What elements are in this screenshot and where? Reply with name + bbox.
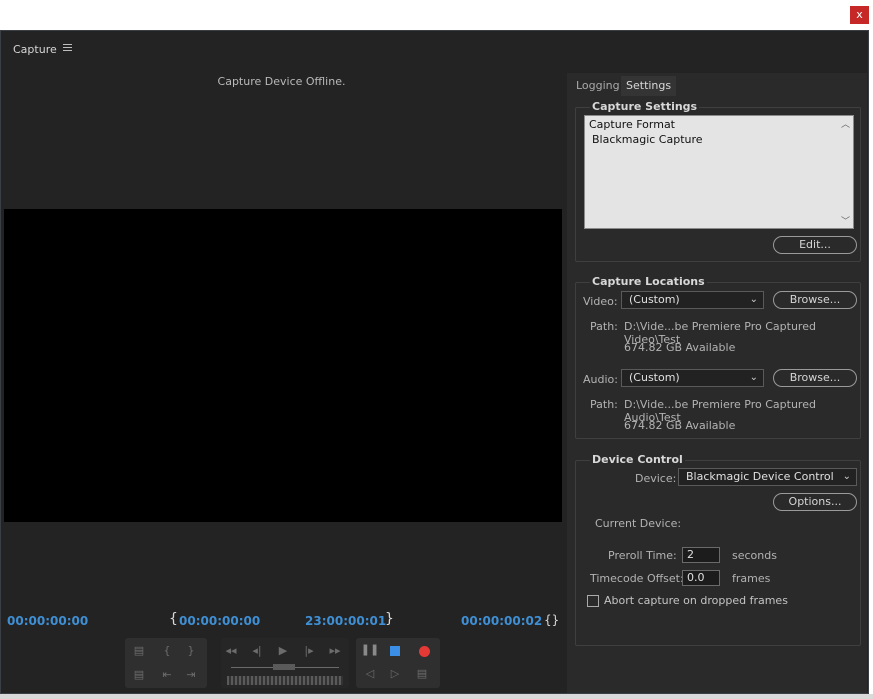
audio-label: Audio: <box>583 373 618 386</box>
options-button[interactable]: Options... <box>773 493 857 511</box>
device-control-title: Device Control <box>590 453 685 466</box>
close-button[interactable]: x <box>850 6 869 24</box>
tab-settings[interactable]: Settings <box>621 76 677 96</box>
audio-location-select[interactable]: (Custom) ⌄ <box>621 369 764 387</box>
prev-scene-icon[interactable]: ◁ <box>360 667 380 680</box>
shuttle-handle[interactable] <box>273 664 295 670</box>
set-out-icon[interactable]: } <box>181 644 201 657</box>
timecode-offset-label: Timecode Offset: <box>590 572 684 585</box>
capture-settings-group: Capture Settings Capture Format Blackmag… <box>575 100 861 262</box>
abort-checkbox[interactable] <box>587 595 599 607</box>
rewind-icon[interactable]: ◂◂ <box>221 644 241 657</box>
video-location-value: (Custom) <box>629 293 680 306</box>
in-point-icon: { <box>169 611 178 627</box>
capture-settings-title: Capture Settings <box>590 100 700 113</box>
capture-format-value: Blackmagic Capture <box>592 133 703 146</box>
chevron-down-icon: ⌄ <box>749 372 758 383</box>
scene-detect-icon[interactable]: ▤ <box>412 667 432 680</box>
audio-location-value: (Custom) <box>629 371 680 384</box>
edit-button[interactable]: Edit... <box>773 236 857 254</box>
go-to-in-icon[interactable]: ⇤ <box>157 668 177 681</box>
video-location-select[interactable]: (Custom) ⌄ <box>621 291 764 309</box>
audio-available: 674.82 GB Available <box>624 419 736 432</box>
device-select[interactable]: Blackmagic Device Control ⌄ <box>678 468 857 486</box>
current-device-label: Current Device: <box>595 517 682 530</box>
capture-locations-group: Capture Locations Video: (Custom) ⌄ Brow… <box>575 275 861 439</box>
device-label: Device: <box>635 472 677 485</box>
capture-controls: ❚❚ ◁ ▷ ▤ <box>356 638 440 688</box>
timecode-offset-input[interactable]: 0.0 <box>682 570 720 586</box>
device-status: Capture Device Offline. <box>217 75 346 88</box>
preroll-input[interactable]: 2 <box>682 547 720 563</box>
video-preview <box>4 209 562 522</box>
video-available: 674.82 GB Available <box>624 341 736 354</box>
settings-pane: Logging Settings Capture Settings Captur… <box>567 73 867 693</box>
pause-icon[interactable]: ❚❚ <box>360 643 380 656</box>
audio-browse-button[interactable]: Browse... <box>773 369 857 387</box>
jog-control[interactable] <box>227 676 343 685</box>
video-label: Video: <box>583 295 618 308</box>
preroll-label: Preroll Time: <box>608 549 677 562</box>
panel-title: Capture <box>13 43 57 56</box>
video-path-label: Path: <box>590 320 618 333</box>
scroll-up-icon[interactable]: ︿ <box>841 117 850 130</box>
duration-timecode[interactable]: 00:00:00:02 <box>461 614 542 628</box>
capture-locations-title: Capture Locations <box>590 275 707 288</box>
in-out-icon[interactable]: {} <box>544 613 559 627</box>
timecode-offset-unit: frames <box>732 572 771 585</box>
capture-window: Capture Capture Device Offline. 00:00:00… <box>0 30 869 694</box>
hamburger-icon[interactable] <box>63 44 72 52</box>
chevron-down-icon: ⌄ <box>749 294 758 305</box>
step-back-icon[interactable]: ◂| <box>247 644 267 657</box>
device-control-group: Device Control Device: Blackmagic Device… <box>575 453 861 646</box>
playback-controls: ◂◂ ◂| ▶ |▸ ▸▸ <box>221 638 349 688</box>
preroll-unit: seconds <box>732 549 777 562</box>
go-to-out-icon[interactable]: ⇥ <box>181 668 201 681</box>
stop-icon[interactable] <box>390 646 400 656</box>
set-in-clip-icon[interactable]: ▤ <box>129 644 149 657</box>
next-scene-icon[interactable]: ▷ <box>385 667 405 680</box>
taskbar <box>0 694 873 699</box>
set-in-icon[interactable]: { <box>157 644 177 657</box>
out-point-timecode[interactable]: 23:00:00:01 <box>305 614 386 628</box>
play-icon[interactable]: ▶ <box>273 644 293 657</box>
capture-format-label: Capture Format <box>589 118 675 131</box>
marker-controls: ▤ { } ▤ ⇤ ⇥ <box>125 638 207 688</box>
set-out-clip-icon[interactable]: ▤ <box>129 668 149 681</box>
fast-forward-icon[interactable]: ▸▸ <box>325 644 345 657</box>
chevron-down-icon: ⌄ <box>842 471 851 482</box>
record-icon[interactable] <box>419 646 430 657</box>
out-point-icon: } <box>385 611 394 627</box>
scroll-down-icon[interactable]: ﹀ <box>841 214 850 227</box>
abort-label[interactable]: Abort capture on dropped frames <box>604 594 788 607</box>
tab-logging[interactable]: Logging <box>571 76 625 96</box>
in-point-timecode[interactable]: 00:00:00:00 <box>179 614 260 628</box>
capture-format-listbox[interactable]: Capture Format Blackmagic Capture ︿ ﹀ <box>584 115 854 229</box>
video-browse-button[interactable]: Browse... <box>773 291 857 309</box>
current-timecode[interactable]: 00:00:00:00 <box>7 614 88 628</box>
audio-path-label: Path: <box>590 398 618 411</box>
device-value: Blackmagic Device Control <box>686 470 834 483</box>
step-forward-icon[interactable]: |▸ <box>299 644 319 657</box>
